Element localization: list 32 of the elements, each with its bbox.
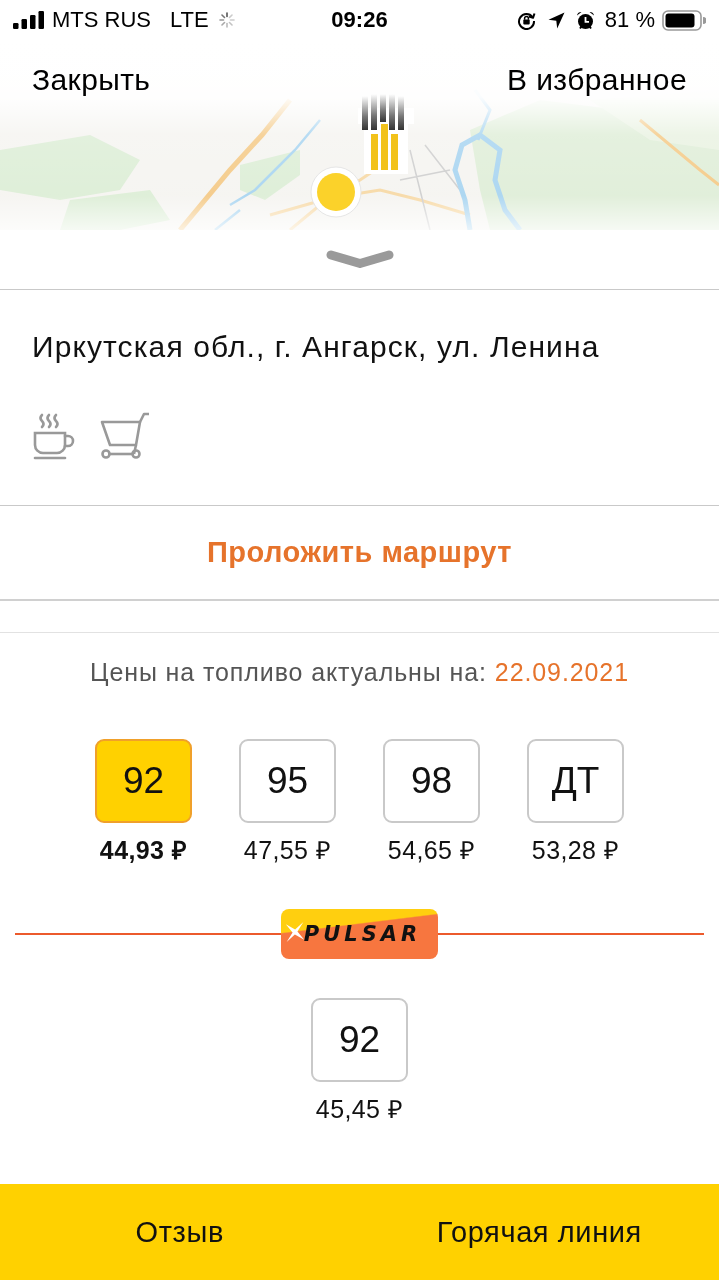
fuel-grade-button[interactable]: 98 [383,739,480,823]
fuel-grade-button[interactable]: 92 [95,739,192,823]
hotline-button[interactable]: Горячая линия [359,1184,719,1280]
shopping-cart-icon [100,412,150,460]
rotation-lock-icon [516,10,536,30]
location-dot-icon [310,166,362,218]
loading-spinner-icon [218,12,235,28]
carrier-name: MTS RUS [52,7,151,33]
address-text: Иркутская обл., г. Ангарск, ул. Ленина [32,330,601,364]
location-arrow-icon [547,11,565,29]
add-to-favorites-button[interactable]: В избранное [507,62,687,98]
battery-icon [662,9,706,31]
alarm-clock-icon [575,10,595,30]
battery-percentage: 81 % [604,7,655,33]
fuel-price-text: 45,45 ₽ [315,1094,404,1124]
fuel-price-text: 44,93 ₽ [99,835,188,865]
prices-date: 22.09.2021 [494,657,629,687]
prices-updated-label: Цены на топливо актуальны на: [90,657,487,687]
fuel-grade-button[interactable]: 92 [311,998,408,1082]
clock-time: 09:26 [331,7,388,33]
fuel-grade-button[interactable]: 95 [239,739,336,823]
fuel-grade-button[interactable]: ДТ [527,739,624,823]
collapse-chevron-icon[interactable] [325,250,394,269]
signal-icon [13,11,44,29]
coffee-cup-icon [32,412,76,460]
close-button[interactable]: Закрыть [32,62,151,98]
fuel-price-text: 54,65 ₽ [387,835,476,865]
network-type: LTE [170,7,209,33]
fuel-price-text: 53,28 ₽ [531,835,620,865]
brand-name: PULSAR [303,922,422,946]
feedback-button[interactable]: Отзыв [0,1184,360,1280]
fuel-price-text: 47,55 ₽ [243,835,332,865]
